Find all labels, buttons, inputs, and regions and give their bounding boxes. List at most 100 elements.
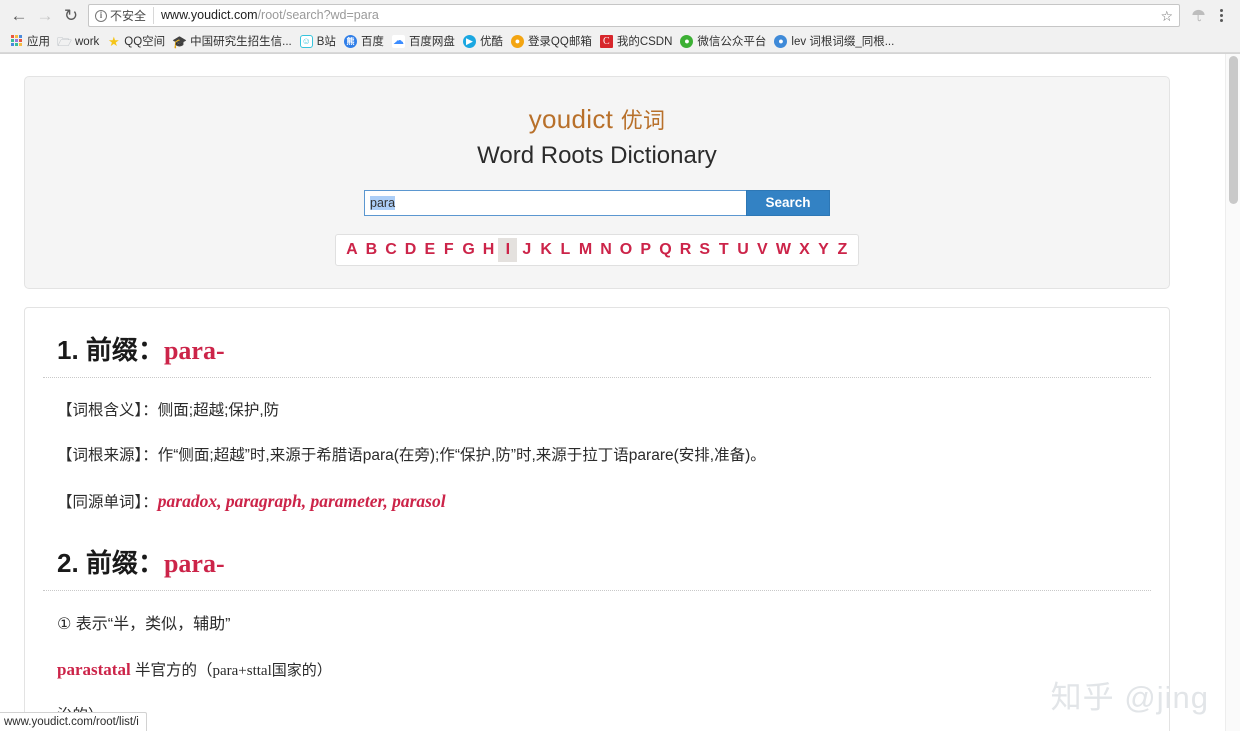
alpha-link-a[interactable]: A [342,238,362,262]
entry-1-meaning: 【词根含义】：侧面;超越;保护,防 [43,400,1151,422]
alpha-link-v[interactable]: V [753,238,772,262]
cognate-label: 【同源单词】 [57,494,142,511]
brand-en: youdict [529,104,621,134]
cognate-words[interactable]: paradox, paragraph, parameter, parasol [158,491,446,511]
alpha-link-y[interactable]: Y [814,238,833,262]
entry-1-title: 1. 前缀：para- [43,334,1151,379]
search-input[interactable] [364,190,746,216]
security-label: 不安全 [110,7,146,24]
example-word[interactable]: parastatal [57,660,131,679]
entry-separator: ： [138,548,164,578]
graduation-cap-icon: 🎓 [173,35,186,48]
site-subtitle: Word Roots Dictionary [45,140,1149,171]
scrollbar-thumb[interactable] [1229,56,1238,204]
alpha-link-m[interactable]: M [575,238,596,262]
example-gloss: 半官方的（ [131,662,213,679]
qqmail-icon: ● [511,35,524,48]
alpha-link-e[interactable]: E [420,238,439,262]
umbrella-extension-icon[interactable] [1186,4,1210,28]
alpha-link-k[interactable]: K [536,238,556,262]
alpha-link-p[interactable]: P [636,238,655,262]
qzone-star-icon: ★ [107,35,120,48]
sense-marker: ① [57,616,71,633]
alpha-link-i[interactable]: I [498,238,517,262]
bookmark-apps[interactable]: 应用 [7,34,55,50]
alpha-link-h[interactable]: H [479,238,499,262]
star-icon[interactable]: ☆ [1154,9,1173,23]
alpha-link-w[interactable]: W [772,238,795,262]
back-button[interactable]: ← [6,3,32,29]
entry-1-origin: 【词根来源】：作“侧面;超越”时,来源于希腊语para(在旁);作“保护,防”时… [43,445,1151,467]
alpha-link-r[interactable]: R [676,238,696,262]
address-bar[interactable]: i 不安全 www.youdict.com/root/search?wd=par… [88,4,1180,27]
bookmark-label: 我的CSDN [617,35,673,49]
alpha-link-q[interactable]: Q [655,238,675,262]
alpha-link-g[interactable]: G [458,238,478,262]
bookmark-label: 应用 [27,35,50,49]
entry-2-next-partial: 治的） [43,705,1151,727]
alpha-link-l[interactable]: L [556,238,575,262]
bookmark-label: 微信公众平台 [697,35,766,49]
search-form: Search [45,190,1149,216]
bookmarks-bar: 应用 🗁 work ★ QQ空间 🎓 中国研究生招生信... ☺ B站 熊 百度… [0,31,1240,53]
origin-text: ：作“侧面;超越”时,来源于希腊语para(在旁);作“保护,防”时,来源于拉丁… [142,447,765,464]
meaning-text: ：侧面;超越;保护,防 [142,402,279,419]
bookmark-label: B站 [317,35,336,49]
alpha-link-s[interactable]: S [695,238,714,262]
alpha-link-z[interactable]: Z [833,238,852,262]
entry-root: para- [164,549,225,578]
search-button[interactable]: Search [746,190,830,216]
security-status[interactable]: i 不安全 [95,7,154,24]
bookmark-work[interactable]: 🗁 work [55,34,104,50]
cognate-separator: ： [142,494,158,511]
entry-2-sense: ① 表示“半，类似，辅助” [43,613,1151,636]
alpha-link-c[interactable]: C [381,238,401,262]
csdn-icon: C [600,35,613,48]
apps-grid-icon [10,35,23,48]
browser-toolbar: ← → ↻ i 不安全 www.youdict.com/root/search?… [0,0,1240,31]
alpha-link-f[interactable]: F [439,238,458,262]
bookmark-label: 登录QQ邮箱 [528,35,592,49]
bookmark-label: work [75,35,99,49]
reload-button[interactable]: ↻ [58,3,84,29]
alpha-link-t[interactable]: T [714,238,733,262]
entry-1-cognates: 【同源单词】：paradox, paragraph, parameter, pa… [43,489,1151,514]
bookmark-bilibili[interactable]: ☺ B站 [297,34,341,50]
alpha-link-d[interactable]: D [401,238,421,262]
browser-chrome: ← → ↻ i 不安全 www.youdict.com/root/search?… [0,0,1240,54]
bookmark-youku[interactable]: ▶ 优酷 [460,34,508,50]
alpha-link-b[interactable]: B [362,238,382,262]
bookmark-qqmail[interactable]: ● 登录QQ邮箱 [508,34,597,50]
bookmark-baidu-pan[interactable]: ☁ 百度网盘 [389,34,460,50]
bookmark-csdn[interactable]: C 我的CSDN [597,34,678,50]
page-scrollbar[interactable] [1225,54,1240,731]
bookmark-yanzhao[interactable]: 🎓 中国研究生招生信... [170,34,297,50]
bookmark-qzone[interactable]: ★ QQ空间 [104,34,170,50]
alpha-link-u[interactable]: U [733,238,753,262]
alpha-link-x[interactable]: X [795,238,814,262]
url-text: www.youdict.com/root/search?wd=para [161,5,379,26]
brand-cn: 优词 [621,108,666,133]
entry-2-example: parastatal 半官方的（para+sttal国家的） [43,658,1151,683]
bookmark-label: 百度 [361,35,384,49]
forward-button[interactable]: → [32,3,58,29]
bookmark-lev[interactable]: ● lev 词根词缀_同根... [771,34,899,50]
url-path: /root/search?wd=para [258,8,379,22]
baidu-icon: 熊 [344,35,357,48]
page-content: youdict 优词 Word Roots Dictionary Search … [0,54,1225,731]
entry-type-label: 前缀 [86,548,138,578]
alpha-link-j[interactable]: J [517,238,536,262]
entry-type-label: 前缀 [86,335,138,365]
youku-icon: ▶ [463,35,476,48]
bookmark-label: 中国研究生招生信... [190,35,292,49]
origin-label: 【词根来源】 [57,447,142,464]
bookmark-label: QQ空间 [124,35,165,49]
url-host: www.youdict.com [161,8,258,22]
bookmark-baidu[interactable]: 熊 百度 [341,34,389,50]
bookmark-wechat-mp[interactable]: ● 微信公众平台 [677,34,771,50]
page-viewport: youdict 优词 Word Roots Dictionary Search … [0,54,1240,731]
example-derivation: para+sttal国家的） [212,663,331,679]
browser-menu-button[interactable] [1210,4,1232,28]
alpha-link-n[interactable]: N [596,238,616,262]
alpha-link-o[interactable]: O [616,238,636,262]
